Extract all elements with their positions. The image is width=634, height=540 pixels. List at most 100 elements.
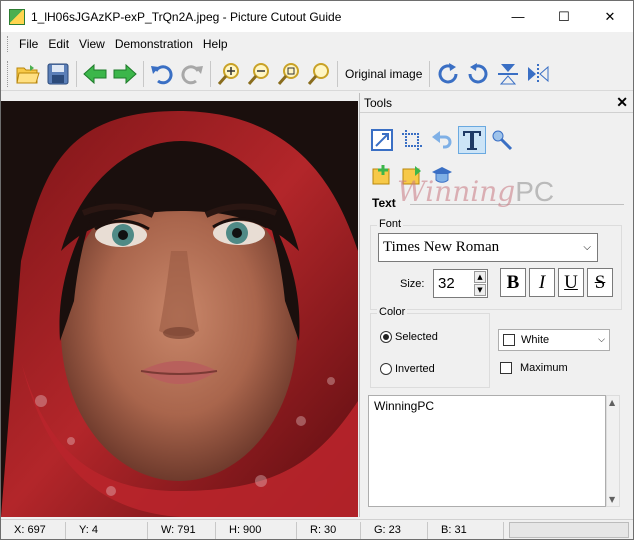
undo-icon <box>151 64 173 84</box>
status-progress-bar <box>509 522 629 538</box>
toolbar-separator <box>143 60 144 87</box>
font-size-value: 32 <box>438 275 455 292</box>
tools-panel: Tools ✕ Text Font Times New Roman ⌵ Size… <box>359 93 633 517</box>
maximum-checkbox[interactable]: Maximum <box>500 362 568 374</box>
status-bar: X: 697 Y: 4 W: 791 H: 900 R: 30 G: 23 B:… <box>1 519 633 539</box>
redo-button[interactable] <box>178 60 206 88</box>
menu-edit[interactable]: Edit <box>43 37 74 51</box>
window-title: 1_lH06sJGAzKP-exP_TrQn2A.jpeg - Picture … <box>31 9 342 24</box>
scroll-down-icon[interactable]: ▼ <box>609 495 615 504</box>
watermark-logo: WinningPC <box>397 175 554 208</box>
status-x: X: 697 <box>1 521 66 539</box>
rotate-right-icon <box>438 62 458 83</box>
text-tool-icon <box>463 131 481 150</box>
minimize-button[interactable]: — <box>495 1 541 32</box>
spin-down-icon[interactable]: ▼ <box>474 284 486 296</box>
strikethrough-button[interactable]: S <box>587 268 613 297</box>
undo-tool-button[interactable] <box>428 126 456 154</box>
resize-icon <box>371 129 393 151</box>
menu-help[interactable]: Help <box>198 37 233 51</box>
status-width: W: 791 <box>148 521 216 539</box>
spin-up-icon[interactable]: ▲ <box>474 271 486 283</box>
watermark-suffix: PC <box>515 176 555 207</box>
font-family-select[interactable]: Times New Roman ⌵ <box>378 233 598 262</box>
app-icon <box>9 8 25 25</box>
menu-bar: File Edit View Demonstration Help <box>1 32 633 56</box>
toolbar: Original image <box>1 57 633 91</box>
checkbox-box <box>500 362 512 374</box>
image-canvas[interactable] <box>1 101 358 517</box>
color-swatch <box>503 334 515 346</box>
radio-selected-label: Selected <box>395 331 438 343</box>
zoom-fit-icon <box>277 62 299 85</box>
maximum-label: Maximum <box>520 362 568 374</box>
back-curve-icon <box>432 131 452 149</box>
radio-inverted[interactable]: Inverted <box>380 363 435 375</box>
menu-grip <box>7 36 10 52</box>
zoom-in-button[interactable] <box>215 60 243 88</box>
settings-tool-button[interactable] <box>488 126 516 154</box>
text-tool-button[interactable] <box>458 126 486 154</box>
status-blue: B: 31 <box>428 521 504 539</box>
rotate-left-icon <box>468 62 488 83</box>
radio-selected[interactable]: Selected <box>380 331 438 343</box>
scroll-up-icon[interactable]: ▲ <box>609 398 615 407</box>
add-image-button[interactable] <box>368 161 396 189</box>
toolbar-separator <box>76 60 77 87</box>
text-content-input[interactable]: WinningPC <box>368 395 606 507</box>
zoom-fit-button[interactable] <box>275 60 303 88</box>
tools-panel-close-button[interactable]: ✕ <box>616 94 628 111</box>
flip-vertical-button[interactable] <box>494 60 522 88</box>
menu-file[interactable]: File <box>14 37 43 51</box>
toolbar-separator <box>337 60 338 87</box>
text-scrollbar[interactable]: ▲ ▼ <box>606 395 620 507</box>
maximize-button[interactable]: ☐ <box>541 1 587 32</box>
text-section-title: Text <box>372 196 396 210</box>
app-window: 1_lH06sJGAzKP-exP_TrQn2A.jpeg - Picture … <box>0 0 634 540</box>
text-color-select[interactable]: White ⌵ <box>498 329 610 351</box>
radio-inverted-label: Inverted <box>395 363 435 375</box>
status-green: G: 23 <box>361 521 428 539</box>
status-red: R: 30 <box>297 521 361 539</box>
chevron-down-icon: ⌵ <box>583 242 591 253</box>
original-image-button[interactable]: Original image <box>341 67 426 81</box>
open-button[interactable] <box>14 60 42 88</box>
save-icon <box>47 63 69 84</box>
crop-tool-button[interactable] <box>398 126 426 154</box>
bold-button[interactable]: B <box>500 268 526 297</box>
rotate-right-button[interactable] <box>434 60 462 88</box>
rotate-left-button[interactable] <box>464 60 492 88</box>
italic-button[interactable]: I <box>529 268 555 297</box>
close-button[interactable]: ✕ <box>587 1 633 32</box>
status-height: H: 900 <box>216 521 297 539</box>
toolbar-separator <box>210 60 211 87</box>
font-size-stepper[interactable]: 32 ▲ ▼ <box>433 269 488 298</box>
redo-icon <box>181 64 203 84</box>
flip-horizontal-button[interactable] <box>524 60 552 88</box>
color-group-label: Color <box>377 306 408 318</box>
zoom-actual-button[interactable] <box>305 60 333 88</box>
wrench-icon <box>492 130 513 151</box>
chevron-down-icon: ⌵ <box>598 335 605 345</box>
toolbar-grip <box>7 60 10 87</box>
forward-button[interactable] <box>111 60 139 88</box>
underline-button[interactable]: U <box>558 268 584 297</box>
menu-demonstration[interactable]: Demonstration <box>110 37 198 51</box>
zoom-out-button[interactable] <box>245 60 273 88</box>
flip-vertical-icon <box>498 63 519 84</box>
radio-dot-checked <box>380 331 392 343</box>
open-folder-icon <box>16 64 40 83</box>
add-layer-icon <box>372 165 390 185</box>
undo-button[interactable] <box>148 60 176 88</box>
back-button[interactable] <box>81 60 109 88</box>
tools-panel-header: Tools ✕ <box>360 93 633 113</box>
save-button[interactable] <box>44 60 72 88</box>
menu-view[interactable]: View <box>74 37 110 51</box>
tools-panel-title: Tools <box>364 95 393 110</box>
title-bar: 1_lH06sJGAzKP-exP_TrQn2A.jpeg - Picture … <box>1 1 633 32</box>
font-group-label: Font <box>377 218 404 230</box>
resize-tool-button[interactable] <box>368 126 396 154</box>
radio-dot-unchecked <box>380 363 392 375</box>
forward-arrow-icon <box>113 63 137 84</box>
status-y: Y: 4 <box>66 521 148 539</box>
